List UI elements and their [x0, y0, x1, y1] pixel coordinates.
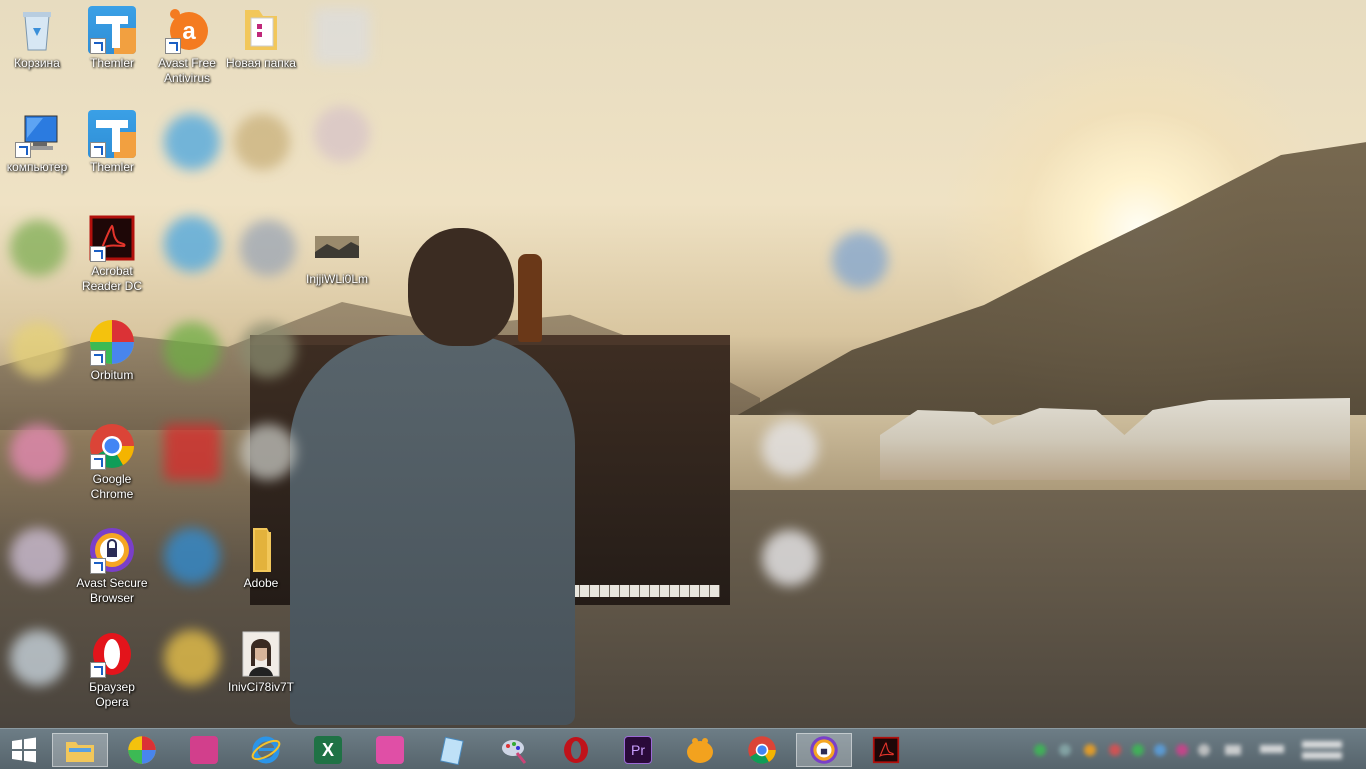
blurred-icon [314, 106, 370, 162]
opera-icon [88, 630, 136, 678]
blurred-icon [762, 530, 818, 586]
file-explorer-icon [66, 742, 94, 762]
pink-app-2-icon [376, 736, 404, 764]
desktop-icon-label: InivCi78iv7T [227, 680, 295, 694]
desktop-icon-computer[interactable]: компьютер [0, 110, 74, 175]
paint-tool-icon [502, 740, 527, 764]
blurred-icon [10, 630, 66, 686]
chrome-icon [88, 422, 136, 470]
computer-icon [13, 110, 61, 158]
desktop-icon-avast-free[interactable]: a Avast Free Antivirus [150, 6, 224, 86]
person-head [408, 228, 514, 346]
desktop-icon-adobe-folder[interactable]: Adobe [224, 526, 298, 591]
blurred-icon [10, 220, 66, 276]
taskbar-orange-app[interactable] [672, 733, 728, 767]
taskbar-internet-explorer[interactable] [238, 733, 294, 767]
taskbar-avast-secure-browser[interactable] [796, 733, 852, 767]
orbitum-icon [128, 736, 156, 764]
blurred-icon [164, 216, 220, 272]
taskbar-orbitum[interactable] [114, 733, 170, 767]
blurred-icon [10, 528, 66, 584]
image-thumbnail-icon [313, 222, 361, 270]
image-thumbnail-icon [237, 630, 285, 678]
pink-app-icon [190, 736, 218, 764]
windows-logo-icon [12, 737, 36, 763]
taskbar-chrome[interactable] [734, 733, 790, 767]
taskbar-premiere-pro[interactable]: Pr [610, 733, 666, 767]
blurred-icon [314, 8, 370, 64]
blurred-icon [164, 424, 220, 480]
desktop-icon-label: InjjiWLi0Lm [305, 272, 368, 286]
desktop-icon-label: Acrobat Reader DC [81, 264, 143, 293]
excel-icon: X [314, 736, 342, 764]
blurred-icon [762, 420, 818, 476]
internet-explorer-icon [251, 736, 281, 764]
taskbar-excel[interactable]: X [300, 733, 356, 767]
acrobat-reader-icon [872, 736, 900, 764]
desktop-icon-google-chrome[interactable]: Google Chrome [75, 422, 149, 502]
desktop-icon-image-file-2[interactable]: InivCi78iv7T [224, 630, 298, 695]
desktop-icon-label: Корзина [14, 56, 60, 70]
start-button[interactable] [0, 733, 48, 767]
blurred-icon [164, 114, 220, 170]
themler-icon [88, 6, 136, 54]
taskbar-file-explorer[interactable] [52, 733, 108, 767]
desktop-icon-opera[interactable]: Браузер Opera [75, 630, 149, 710]
blurred-icon [832, 232, 888, 288]
desktop-icon-recycle-bin[interactable]: Корзина [0, 6, 74, 71]
folder-icon [237, 6, 285, 54]
desktop-icon-themler-2[interactable]: Themler [75, 110, 149, 175]
desktop-icon-label: Avast Free Antivirus [158, 56, 216, 85]
blurred-icon [164, 528, 220, 584]
svg-text:a: a [182, 18, 196, 45]
blurred-icon [164, 630, 220, 686]
desktop-icon-avast-secure-browser[interactable]: Avast Secure Browser [75, 526, 149, 606]
blurred-icon [240, 424, 296, 480]
blurred-icon [10, 424, 66, 480]
orange-app-icon [687, 738, 713, 763]
desktop-icon-label: Adobe [243, 576, 279, 590]
taskbar-paint-tool[interactable] [486, 733, 542, 767]
desktop-icon-label: Новая папка [226, 56, 296, 70]
opera-icon [564, 737, 588, 763]
avast-secure-browser-icon [88, 526, 136, 574]
blurred-icon [164, 322, 220, 378]
notepad-icon [439, 736, 464, 765]
orbitum-icon [88, 318, 136, 366]
desktop-icon-label: Google Chrome [90, 472, 134, 501]
desktop-icon-themler[interactable]: Themler [75, 6, 149, 71]
bottle [518, 254, 542, 342]
premiere-pro-icon: Pr [624, 736, 652, 764]
taskbar-opera[interactable] [548, 733, 604, 767]
blurred-icon [10, 322, 66, 378]
taskbar-acrobat-reader[interactable] [858, 733, 914, 767]
desktop-icon-label: компьютер [6, 160, 68, 174]
taskbar-pink-app[interactable] [176, 733, 232, 767]
system-tray[interactable] [1020, 736, 1366, 764]
folder-icon [237, 526, 285, 574]
desktop-icon-new-folder[interactable]: Новая папка [224, 6, 298, 71]
desktop-icon-orbitum[interactable]: Orbitum [75, 318, 149, 383]
desktop-icon-label: Themler [89, 56, 134, 70]
desktop-icon-image-file-1[interactable]: InjjiWLi0Lm [300, 222, 374, 287]
desktop-icon-label: Браузер Opera [89, 680, 135, 709]
blurred-icon [234, 114, 290, 170]
desktop-icon-label: Avast Secure Browser [76, 576, 148, 605]
desktop-wallpaper: Корзина Themler a Avast Free Antivirus Н… [0, 0, 1366, 728]
taskbar-pink-app-2[interactable] [362, 733, 418, 767]
desktop-icon-acrobat-reader[interactable]: Acrobat Reader DC [75, 214, 149, 294]
avast-icon: a [163, 6, 211, 54]
desktop-icon-label: Themler [89, 160, 134, 174]
blurred-icon [240, 322, 296, 378]
person-body [290, 335, 575, 725]
desktop-icon-label: Orbitum [90, 368, 134, 382]
recycle-bin-icon [13, 6, 61, 54]
themler-icon [88, 110, 136, 158]
blurred-icon [240, 220, 296, 276]
avast-secure-browser-icon [810, 736, 838, 764]
chrome-icon [748, 736, 776, 764]
acrobat-reader-icon [88, 214, 136, 262]
taskbar-notepad[interactable] [424, 733, 480, 767]
